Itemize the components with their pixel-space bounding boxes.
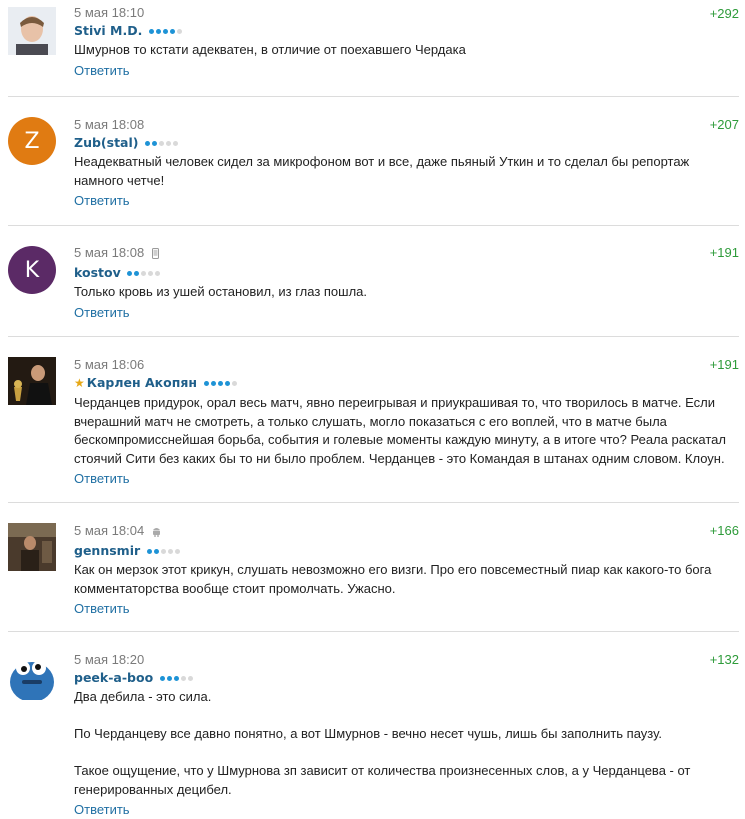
- avatar-letter[interactable]: K: [8, 246, 56, 294]
- reply-link[interactable]: Ответить: [74, 801, 739, 819]
- comment-1: 5 мая 18:10 Stivi M.D. Шмурнов то кстати…: [8, 0, 739, 97]
- comment-5: 5 мая 18:04 gennsmir Как он мерзок этот …: [8, 503, 739, 632]
- comment-author[interactable]: Zub(stal): [74, 135, 138, 150]
- android-icon: [152, 525, 161, 541]
- comment-2: Z 5 мая 18:08 Zub(stal) Неадекватный чел…: [8, 97, 739, 226]
- star-icon: ★: [74, 376, 85, 390]
- comment-score: +191: [709, 245, 739, 260]
- comment-author[interactable]: gennsmir: [74, 543, 140, 558]
- reply-link[interactable]: Ответить: [74, 470, 739, 488]
- comment-time: 5 мая 18:04: [74, 523, 145, 538]
- comment-text: Неадекватный человек сидел за микрофоном…: [74, 154, 690, 188]
- reply-link[interactable]: Ответить: [74, 192, 739, 210]
- comment-time: 5 мая 18:06: [74, 357, 145, 372]
- comment-author[interactable]: peek-a-boo: [74, 670, 153, 685]
- mobile-phone-icon: [151, 247, 159, 263]
- comment-time: 5 мая 18:08: [74, 245, 145, 260]
- rating-dots: [146, 541, 182, 558]
- avatar-photo[interactable]: [8, 523, 56, 571]
- comment-3: K 5 мая 18:08 kostov Только кровь из уше…: [8, 226, 739, 337]
- comment-score: +166: [709, 523, 739, 538]
- avatar-photo[interactable]: [8, 652, 56, 700]
- comment-time: 5 мая 18:20: [74, 652, 145, 667]
- rating-dots: [127, 263, 162, 280]
- comment-text: Шмурнов то кстати адекватен, в отличие о…: [74, 42, 466, 57]
- rating-dots: [203, 373, 239, 390]
- avatar-photo[interactable]: [8, 357, 56, 405]
- rating-dots: [159, 668, 195, 685]
- comment-text: Черданцев придурок, орал весь матч, явно…: [74, 395, 726, 466]
- comment-score: +292: [709, 6, 739, 21]
- rating-dots: [148, 21, 184, 38]
- comment-text: Только кровь из ушей остановил, из глаз …: [74, 284, 368, 299]
- reply-link[interactable]: Ответить: [74, 600, 739, 618]
- comment-author[interactable]: Карлен Акопян: [87, 375, 197, 390]
- comment-text: Два дебила - это сила. По Черданцеву все…: [74, 689, 691, 797]
- comment-time: 5 мая 18:08: [74, 117, 145, 132]
- reply-link[interactable]: Ответить: [74, 62, 739, 80]
- comment-meta: 5 мая 18:04: [74, 523, 739, 541]
- avatar-letter[interactable]: Z: [8, 117, 56, 165]
- comment-4: 5 мая 18:06 ★ Карлен Акопян Черданцев при…: [8, 337, 739, 503]
- comment-text: Как он мерзок этот крикун, слушать невоз…: [74, 562, 712, 596]
- comment-author[interactable]: Stivi M.D.: [74, 23, 142, 38]
- comment-time: 5 мая 18:10: [74, 5, 145, 20]
- comment-score: +132: [709, 652, 739, 667]
- rating-dots: [145, 133, 180, 150]
- reply-link[interactable]: Ответить: [74, 304, 739, 322]
- comment-meta: 5 мая 18:08: [74, 245, 739, 263]
- comment-author[interactable]: kostov: [74, 265, 121, 280]
- comment-score: +191: [709, 357, 739, 372]
- comment-6: 5 мая 18:20 peek-a-boo Два дебила - это …: [8, 632, 739, 819]
- comment-score: +207: [709, 117, 739, 132]
- avatar-photo[interactable]: [8, 7, 56, 55]
